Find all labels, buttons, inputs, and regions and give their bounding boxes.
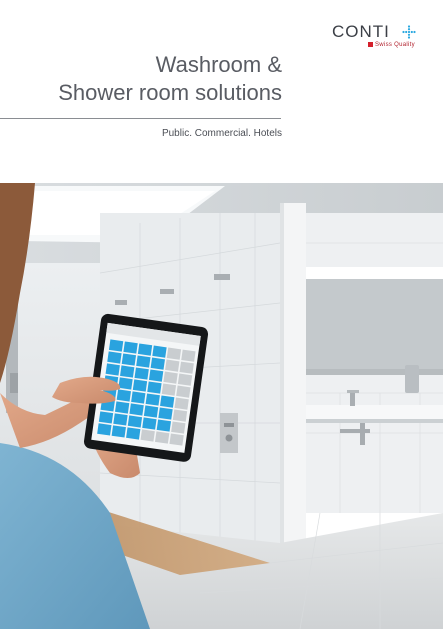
cover-subtitle: Public. Commercial. Hotels [161,128,282,139]
title-line-2: Shower room solutions [58,80,282,105]
tablet-screen-tile [166,347,182,360]
tablet-screen-tile [156,419,172,432]
tablet-screen-tile [176,385,191,398]
tablet-screen-tile [158,407,173,420]
tablet-screen-tile [129,403,144,416]
tablet-screen-tile [132,379,148,392]
tablet-screen-tile [165,359,180,372]
swiss-cross-dots-icon [402,25,416,39]
tablet-screen-tile [105,363,120,376]
tablet-screen-tile [179,361,194,374]
cover-title: Washroom & Shower room solutions [0,51,282,107]
title-divider [0,118,281,119]
tablet-screen-tile [171,421,186,434]
tablet-screen-tile [177,373,193,386]
tablet-screen-tile [97,423,112,436]
tablet-screen-tile [174,397,189,410]
tablet-screen-tile [126,427,141,440]
brochure-cover: CONTI Swiss Quality Washroom & Shower ro… [0,0,443,629]
tablet-screen-tile [121,353,137,366]
logo-tagline-text: Swiss Quality [375,42,415,49]
tablet-screen-tile [111,425,126,438]
tablet-screen-tile [107,351,122,364]
tablet-screen-tile [150,357,165,370]
tablet-screen-tile [118,377,133,390]
tablet-screen-tile [108,339,124,352]
tablet-screen-tile [127,415,143,428]
tablet-screen-tile [169,433,184,446]
tablet-screen-tile [113,413,128,426]
title-line-1: Washroom & [155,52,282,77]
tablet-screen-tile [116,389,131,402]
tablet-screen-tile [181,349,196,362]
tablet-screen-tile [148,369,164,382]
tablet-screen-tile [172,409,188,422]
tablet-screen-tile [136,355,151,368]
tablet-screen-tile [134,367,149,380]
tablet-screen-tile [163,371,178,384]
logo-wordmark: CONTI [332,22,390,41]
tablet-screen-tile [160,395,175,408]
washroom-photo [0,183,443,629]
conti-logo: CONTI Swiss Quality [332,22,416,52]
tablet-screen-tile [98,411,114,424]
tablet-screen-tile [147,381,162,394]
tablet-screen-tile [152,345,167,358]
tablet-screen-tile [131,391,146,404]
swiss-flag-icon [368,42,373,47]
tablet-screen-tile [120,365,135,378]
tablet-screen-tile [145,393,160,406]
tablet-screen-tile [114,401,130,414]
tablet-screen-tile [143,405,159,418]
tablet-screen-tile [123,341,138,354]
tablet-screen-tile [140,429,155,442]
tablet-screen-tile [137,343,153,356]
tablet-screen-tile [161,383,177,396]
logo-tagline: Swiss Quality [368,42,415,48]
tablet-screen-tile [154,431,170,444]
tablet-screen-tile [142,417,157,430]
